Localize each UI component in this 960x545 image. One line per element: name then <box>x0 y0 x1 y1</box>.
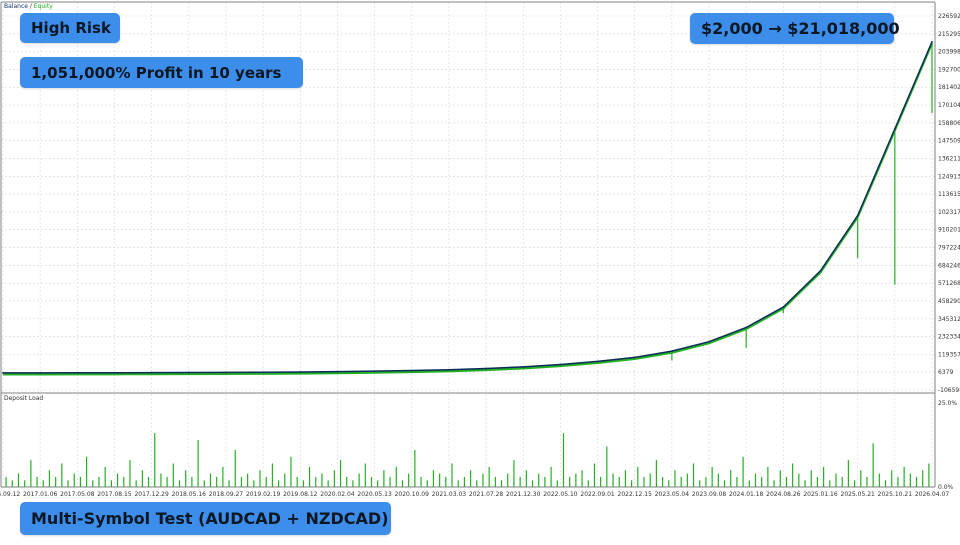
y-tick-label: 1475091 <box>938 138 960 145</box>
y-tick-label: 571268 <box>938 280 960 287</box>
x-tick-label: 2019.08.12 <box>283 491 318 498</box>
x-tick-label: 2018.09.27 <box>209 491 244 498</box>
balance-point <box>113 371 116 374</box>
balance-point <box>633 356 636 359</box>
y-tick-label: 6379 <box>938 369 953 376</box>
x-tick-label: 2017.12.29 <box>134 491 169 498</box>
x-tick-label: 2017.08.15 <box>97 491 132 498</box>
balance-point <box>522 365 525 368</box>
load-tick-label: 25.0% <box>938 400 957 407</box>
balance-point <box>856 214 859 217</box>
y-tick-label: 1927002 <box>938 66 960 73</box>
load-tick-label: 0.0% <box>938 484 954 491</box>
x-tick-label: 2023.05.04 <box>655 491 690 498</box>
x-tick-label: 2025.01.16 <box>803 491 838 498</box>
balance-point <box>931 40 933 43</box>
balance-point <box>187 371 190 374</box>
x-tick-label: 2020.02.04 <box>320 491 355 498</box>
y-tick-label: 119357 <box>938 351 960 358</box>
x-tick-label: 2024.01.18 <box>729 491 764 498</box>
x-tick-label: 2019.02.19 <box>246 491 281 498</box>
balance-point <box>708 340 710 343</box>
x-tick-label: 2021.12.30 <box>506 491 541 498</box>
y-tick-label: -106598 <box>938 387 960 394</box>
high-risk-badge: High Risk <box>20 13 120 43</box>
y-tick-label: 345312 <box>938 316 960 323</box>
balance-point <box>782 306 785 308</box>
y-tick-label: 1588068 <box>938 120 960 127</box>
x-tick-label: 2018.05.16 <box>172 491 207 498</box>
balance-point <box>596 360 599 363</box>
balance-point <box>336 370 339 373</box>
balance-point <box>410 369 413 372</box>
x-tick-label: 2025.10.21 <box>878 491 913 498</box>
balance-point <box>2 371 4 374</box>
strategy-tester-graph: 2265928 2152958 2039980 1927002 1814024 17010… <box>0 0 960 540</box>
x-tick-label: 2021.07.28 <box>469 491 504 498</box>
x-tick-label: 2022.09.01 <box>580 491 615 498</box>
x-tick-label: 2020.05.13 <box>357 491 392 498</box>
x-tick-label: 2017.01.06 <box>23 491 58 498</box>
chart-legend: Balance / Equity <box>4 3 53 10</box>
x-tick-label: 2022.05.10 <box>543 491 578 498</box>
x-tick-label: 2017.05.08 <box>60 491 95 498</box>
y-tick-label: 2039980 <box>938 49 960 56</box>
y-tick-label: 797224 <box>938 245 960 252</box>
x-tick-label: 2025.05.21 <box>841 491 876 498</box>
deposit-load-title: Deposit Load <box>4 395 43 402</box>
balance-point <box>819 269 822 272</box>
balance-point <box>39 371 42 374</box>
x-tick-label: 2020.10.09 <box>395 491 430 498</box>
x-tick-label: 2024.08.26 <box>766 491 801 498</box>
y-tick-label: 458290 <box>938 298 960 305</box>
multi-symbol-test-badge: Multi-Symbol Test (AUDCAD + NZDCAD) <box>20 502 391 535</box>
y-tick-label: 1023179 <box>938 209 960 216</box>
balance-point <box>262 371 265 374</box>
y-tick-label: 2265928 <box>938 13 960 20</box>
x-tick-label: 2023.09.08 <box>692 491 727 498</box>
balance-point <box>745 326 748 329</box>
x-tick-label: 2021.03.03 <box>432 491 467 498</box>
y-tick-label: 1362113 <box>938 155 960 162</box>
balance-point <box>448 368 450 371</box>
balance-point <box>670 350 673 353</box>
x-axis-tick-labels: 2016.09.122017.01.062017.05.082017.08.15… <box>0 491 949 498</box>
balance-point <box>76 371 79 374</box>
y-tick-label: 910201 <box>938 227 960 234</box>
balance-point <box>299 371 302 373</box>
balance-point <box>150 371 153 374</box>
y-tick-label: 1701046 <box>938 102 960 109</box>
x-tick-label: 2016.09.12 <box>0 491 20 498</box>
y-tick-label: 1249135 <box>938 173 960 180</box>
balance-point <box>225 371 227 374</box>
growth-badge: $2,000 → $21,018,000 <box>690 13 900 44</box>
y-tick-label: 684246 <box>938 262 960 269</box>
balance-point <box>559 363 562 366</box>
x-tick-label: 2022.12.15 <box>618 491 653 498</box>
y-tick-label: 2152958 <box>938 31 960 38</box>
balance-point <box>485 367 487 370</box>
profit-badge: 1,051,000% Profit in 10 years <box>20 57 303 88</box>
x-tick-label: 2026.04.07 <box>915 491 950 498</box>
y-tick-label: 232334 <box>938 334 960 341</box>
balance-point <box>893 127 896 130</box>
y-tick-label: 1136157 <box>938 191 960 198</box>
y-tick-label: 1814024 <box>938 84 960 91</box>
balance-point <box>373 370 376 373</box>
